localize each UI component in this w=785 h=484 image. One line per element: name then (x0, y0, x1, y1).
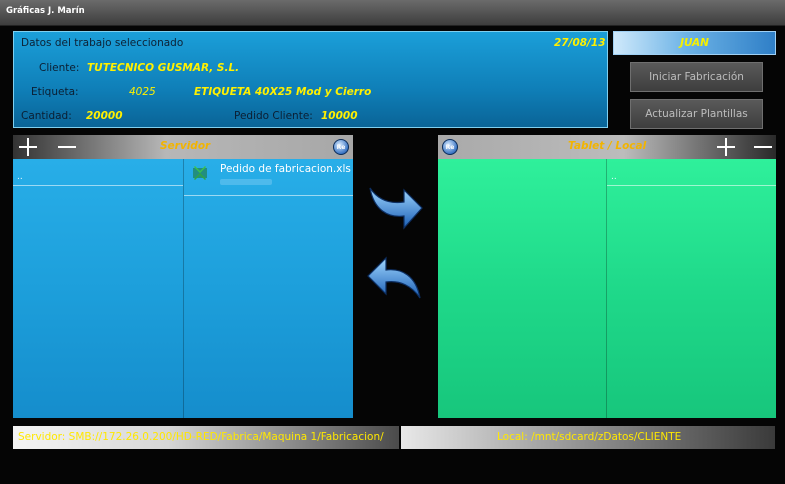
user-name: JUAN (680, 37, 709, 49)
etiqueta-code: 4025 (129, 86, 156, 98)
cantidad-value: 20000 (86, 110, 123, 122)
servidor-remove-icon[interactable] (56, 137, 78, 157)
pedido-cliente-value: 10000 (321, 110, 358, 122)
window-title: Gráficas J. Marín (6, 6, 85, 16)
servidor-refresh-icon[interactable]: Re (333, 139, 349, 155)
servidor-file-item[interactable]: Pedido de fabricacion.xls (184, 159, 353, 196)
local-file-pane[interactable]: .. (438, 159, 776, 418)
title-bar: Gráficas J. Marín (0, 0, 785, 26)
local-pane-divider (606, 159, 607, 418)
servidor-add-icon[interactable] (18, 137, 38, 157)
local-remove-icon[interactable] (752, 137, 774, 157)
local-refresh-icon-text: Re (445, 143, 455, 151)
cliente-value: TUTECNICO GUSMAR, S.L. (87, 62, 240, 74)
etiqueta-description: ETIQUETA 40X25 Mod y Cierro (194, 86, 372, 98)
actualizar-plantillas-button[interactable]: Actualizar Plantillas (630, 99, 763, 129)
local-refresh-icon[interactable]: Re (442, 139, 458, 155)
local-parent-dir[interactable]: .. (611, 172, 617, 182)
copy-to-server-arrow-icon[interactable] (364, 252, 426, 304)
user-badge: JUAN (613, 31, 776, 55)
servidor-file-pane[interactable]: .. (13, 159, 353, 418)
iniciar-fabricacion-button[interactable]: Iniciar Fabricación (630, 62, 763, 92)
servidor-pane-divider (183, 159, 184, 418)
file-name: Pedido de fabricacion.xls (220, 163, 351, 175)
cliente-label: Cliente: (39, 62, 80, 74)
servidor-path: Servidor: SMB://172.26.0.200/HD-RED/Fabr… (18, 431, 384, 443)
etiqueta-label: Etiqueta: (31, 86, 79, 98)
local-add-icon[interactable] (716, 137, 736, 157)
job-info-panel: Datos del trabajo seleccionado 27/08/13 … (13, 31, 608, 128)
local-path: Local: /mnt/sdcard/zDatos/CLIENTE (497, 431, 682, 443)
cantidad-label: Cantidad: (21, 110, 72, 122)
servidor-title: Servidor (160, 140, 211, 152)
job-date: 27/08/13 (554, 37, 606, 49)
local-title: Tablet / Local (568, 140, 647, 152)
copy-to-local-arrow-icon[interactable] (364, 180, 426, 232)
servidor-refresh-icon-text: Re (336, 143, 346, 151)
local-row-separator (607, 185, 776, 186)
app-window: Gráficas J. Marín Datos del trabajo sele… (0, 0, 785, 484)
job-info-header: Datos del trabajo seleccionado (21, 37, 184, 49)
servidor-path-bar: Servidor: SMB://172.26.0.200/HD-RED/Fabr… (13, 426, 399, 449)
pedido-cliente-label: Pedido Cliente: (234, 110, 313, 122)
file-details (220, 179, 272, 185)
servidor-parent-dir[interactable]: .. (17, 172, 23, 182)
servidor-row-separator (13, 185, 183, 186)
local-path-bar: Local: /mnt/sdcard/zDatos/CLIENTE (401, 426, 775, 449)
excel-file-icon (193, 166, 207, 180)
